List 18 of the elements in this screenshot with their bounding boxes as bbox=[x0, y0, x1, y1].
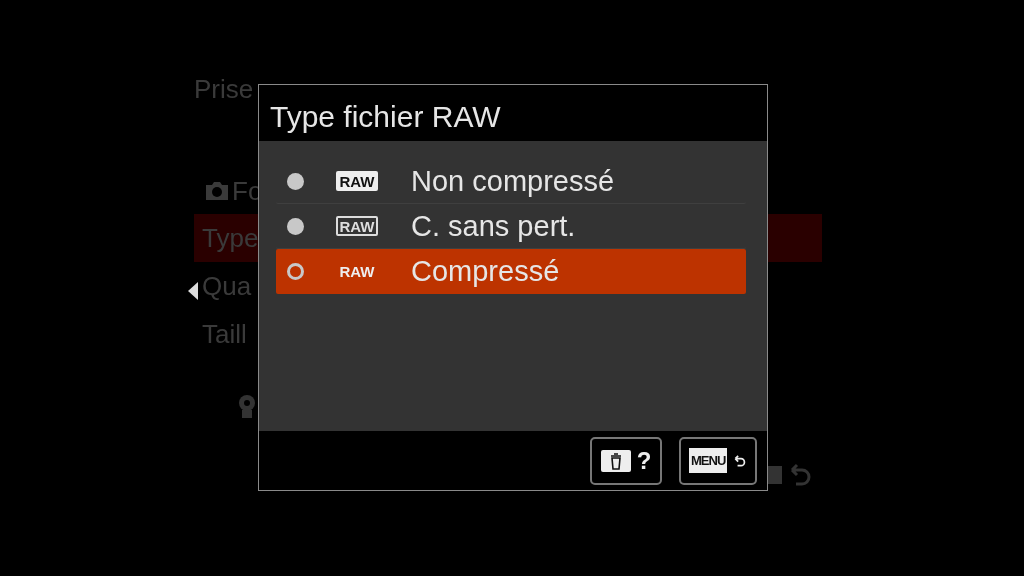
menu-back-button[interactable]: MENU bbox=[679, 436, 757, 485]
option-row[interactable]: RAW Non compressé bbox=[276, 159, 746, 204]
raw-label: RAW bbox=[336, 171, 378, 191]
radio-button[interactable] bbox=[287, 217, 304, 235]
radio-button[interactable] bbox=[287, 262, 304, 280]
left-arrow-icon bbox=[188, 282, 198, 300]
option-label: C. sans pert. bbox=[411, 209, 576, 243]
menu-item-label: Taill bbox=[202, 318, 247, 350]
delete-help-button[interactable]: ? bbox=[590, 436, 662, 485]
option-row[interactable]: RAW Compressé bbox=[276, 249, 746, 294]
option-label: Non compressé bbox=[411, 164, 615, 198]
raw-label: RAW bbox=[338, 261, 376, 281]
menu-item-label: Type bbox=[202, 222, 259, 254]
radio-button[interactable] bbox=[287, 172, 304, 190]
trash-icon bbox=[600, 449, 631, 472]
camera-icon bbox=[204, 180, 230, 202]
option-label: Compressé bbox=[411, 254, 560, 288]
raw-label: RAW bbox=[336, 216, 378, 236]
